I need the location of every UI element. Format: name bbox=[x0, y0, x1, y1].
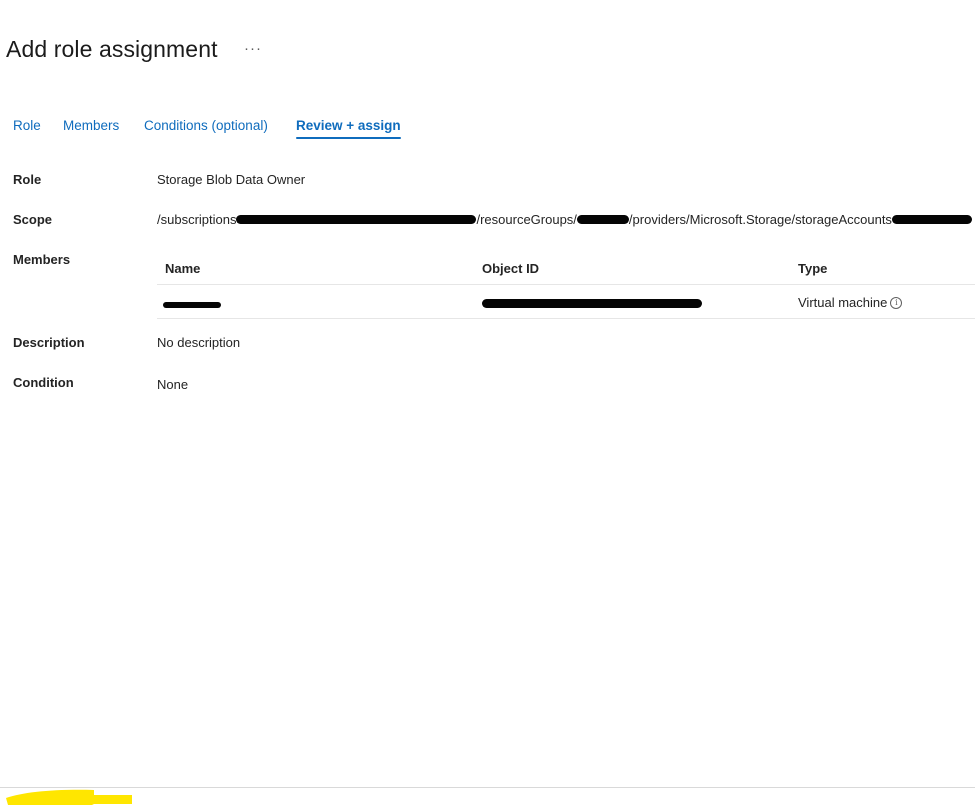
scope-providers-text: /providers/Microsoft.Storage/storageAcco… bbox=[628, 212, 892, 227]
description-value: No description bbox=[157, 335, 241, 350]
scope-label: Scope bbox=[13, 212, 53, 227]
redacted-subscription-id bbox=[236, 215, 477, 225]
table-header-row: Name Object ID Type bbox=[157, 252, 975, 285]
footer-divider bbox=[0, 787, 975, 788]
member-type-text: Virtual machine bbox=[798, 295, 888, 310]
redacted-storage-account bbox=[891, 215, 972, 225]
redacted-object-id bbox=[482, 299, 702, 309]
members-label: Members bbox=[13, 252, 71, 267]
redacted-resource-group bbox=[576, 215, 629, 225]
tab-role[interactable]: Role bbox=[13, 118, 41, 139]
page-title: Add role assignment bbox=[6, 36, 218, 62]
tab-review-assign[interactable]: Review + assign bbox=[296, 118, 401, 139]
description-label: Description bbox=[13, 335, 85, 350]
column-header-type: Type bbox=[798, 261, 828, 276]
role-label: Role bbox=[13, 172, 42, 187]
member-object-id-redacted bbox=[482, 296, 702, 311]
condition-label: Condition bbox=[13, 375, 74, 390]
scope-resourcegroups-text: /resourceGroups/ bbox=[476, 212, 577, 227]
member-type: Virtual machine i bbox=[798, 295, 903, 310]
condition-value: None bbox=[157, 377, 189, 392]
table-row: Virtual machine i bbox=[157, 285, 975, 319]
tab-conditions[interactable]: Conditions (optional) bbox=[144, 118, 268, 139]
member-name-redacted bbox=[163, 297, 221, 312]
info-icon[interactable]: i bbox=[890, 296, 903, 309]
role-value: Storage Blob Data Owner bbox=[157, 172, 306, 187]
yellow-highlight-mark bbox=[6, 789, 132, 805]
column-header-object-id: Object ID bbox=[482, 261, 540, 276]
scope-value: /subscriptions/resourceGroups/ /providers… bbox=[157, 212, 972, 227]
more-options-button[interactable]: ··· bbox=[244, 40, 262, 57]
column-header-name: Name bbox=[165, 261, 201, 276]
redacted-member-name bbox=[163, 301, 221, 308]
scope-subscriptions-text: /subscriptions bbox=[157, 212, 237, 227]
tab-members[interactable]: Members bbox=[63, 118, 119, 139]
members-table: Name Object ID Type Virtual machine i bbox=[157, 252, 975, 319]
